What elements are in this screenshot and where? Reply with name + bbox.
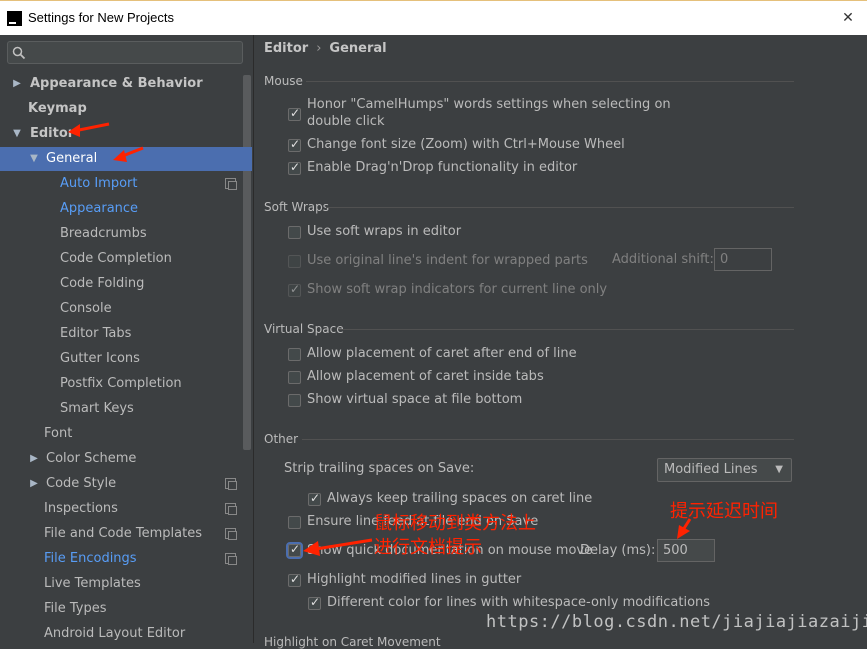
arrow-quick-doc [315,538,373,551]
arrow-editor-head [68,124,80,137]
annotation-hover-line1: 鼠标移动到类方法上 [374,513,536,534]
arrow-general-head [113,150,127,162]
arrow-quick-doc-head [303,541,320,556]
annotation-hover-line2: 进行文档提示 [374,537,482,558]
watermark: https://blog.csdn.net/jiajiajiazaijia [486,612,867,632]
annotation-delay: 提示延迟时间 [670,501,778,522]
